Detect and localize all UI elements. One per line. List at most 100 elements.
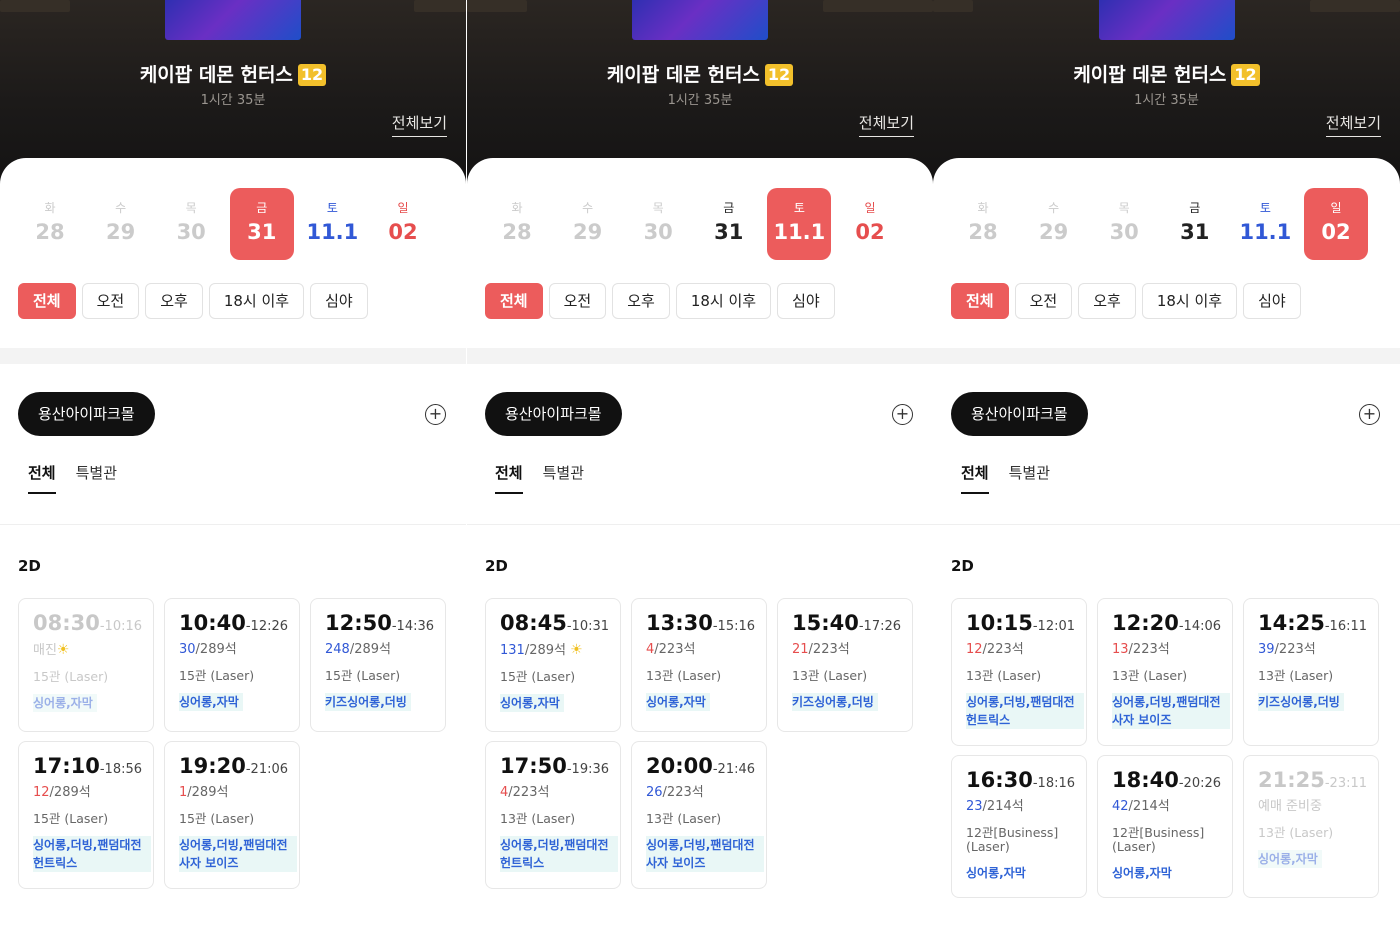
date-item[interactable]: 금 31	[1163, 188, 1227, 260]
filter-all[interactable]: 전체	[951, 283, 1009, 319]
day-of-week: 토	[326, 201, 338, 215]
showtime-card[interactable]: 17:10-18:56 12/289석 15관 (Laser) 싱어롱,더빙,팬…	[18, 741, 154, 889]
day-of-week: 목	[652, 201, 664, 215]
total-seats: /223석	[982, 642, 1024, 657]
tab-all[interactable]: 전체	[495, 462, 523, 494]
see-all-link[interactable]: 전체보기	[1325, 112, 1381, 137]
filter-late-night[interactable]: 심야	[777, 283, 835, 319]
movie-poster[interactable]	[165, 0, 301, 40]
showtime-card[interactable]: 10:15-12:01 12/223석 13관 (Laser) 싱어롱,더빙,팬…	[951, 598, 1087, 746]
date-item[interactable]: 토 11.1	[300, 188, 364, 260]
available-seats: 12	[966, 642, 983, 657]
movie-title: 케이팝 데몬 헌터스 12	[467, 60, 933, 87]
date-item[interactable]: 화 28	[951, 188, 1015, 260]
tab-all[interactable]: 전체	[961, 462, 989, 494]
date-item[interactable]: 일 02	[838, 188, 902, 260]
date-item[interactable]: 수 29	[1022, 188, 1086, 260]
showtime-card[interactable]: 20:00-21:46 26/223석 13관 (Laser) 싱어롱,더빙,팬…	[631, 741, 767, 889]
date-item[interactable]: 목 30	[626, 188, 690, 260]
showtime-card[interactable]: 18:40-20:26 42/214석 12관[Business] (Laser…	[1097, 755, 1233, 898]
end-time: -23:11	[1324, 776, 1368, 791]
filter-late-night[interactable]: 심야	[1243, 283, 1301, 319]
showtime-card[interactable]: 16:30-18:16 23/214석 12관[Business] (Laser…	[951, 755, 1087, 898]
format-label: 2D	[18, 557, 41, 575]
day-of-week: 화	[511, 201, 523, 215]
plus-circle-icon[interactable]: +	[425, 404, 446, 425]
filter-after-18[interactable]: 18시 이후	[675, 283, 772, 319]
theater-chip[interactable]: 용산아이파크몰	[485, 392, 622, 436]
date-item[interactable]: 수 29	[556, 188, 620, 260]
theater-chip[interactable]: 용산아이파크몰	[18, 392, 155, 436]
date-sheet: 화 28 수 29 목 30 금 31 토 11.1 일 02 전체 오전 오후 18시 이…	[933, 158, 1400, 348]
tab-special[interactable]: 특별관	[1009, 462, 1050, 494]
date-item[interactable]: 수 29	[89, 188, 153, 260]
filter-morning[interactable]: 오전	[81, 283, 140, 319]
theater-chip[interactable]: 용산아이파크몰	[951, 392, 1088, 436]
filter-afternoon[interactable]: 오후	[1078, 283, 1136, 319]
plus-circle-icon[interactable]: +	[1359, 404, 1380, 425]
rating-12-badge: 12	[764, 64, 794, 86]
movie-title: 케이팝 데몬 헌터스 12	[0, 60, 466, 87]
date-item-selected[interactable]: 금 31	[229, 188, 294, 260]
total-seats: /214석	[982, 799, 1024, 814]
day-number: 11.1	[1239, 220, 1292, 244]
date-item[interactable]: 화 28	[18, 188, 82, 260]
see-all-link[interactable]: 전체보기	[391, 112, 447, 137]
tab-all[interactable]: 전체	[28, 462, 56, 494]
showtime-card[interactable]: 15:40-17:26 21/223석 13관 (Laser) 키즈싱어롱,더빙	[777, 598, 913, 732]
time-filter: 전체 오전 오후 18시 이후 심야	[951, 283, 1307, 319]
hall-name: 13관 (Laser)	[792, 668, 868, 683]
date-item-selected[interactable]: 일 02	[1303, 188, 1368, 260]
showtime-card[interactable]: 12:50-14:36 248/289석 15관 (Laser) 키즈싱어롱,더…	[310, 598, 446, 732]
day-of-week: 일	[1330, 201, 1342, 215]
tab-special[interactable]: 특별관	[76, 462, 117, 494]
start-time: 18:40	[1112, 768, 1179, 792]
filter-after-18[interactable]: 18시 이후	[208, 283, 305, 319]
total-seats: /289석	[195, 642, 237, 657]
date-item[interactable]: 화 28	[485, 188, 549, 260]
showtime-card[interactable]: 12:20-14:06 13/223석 13관 (Laser) 싱어롱,더빙,팬…	[1097, 598, 1233, 746]
filter-all[interactable]: 전체	[18, 283, 76, 319]
screening-tag: 싱어롱,자막	[966, 866, 1026, 880]
date-item[interactable]: 목 30	[159, 188, 223, 260]
section-divider	[933, 348, 1400, 364]
filter-all[interactable]: 전체	[485, 283, 543, 319]
movie-poster[interactable]	[632, 0, 768, 40]
filter-morning[interactable]: 오전	[548, 283, 607, 319]
hall-tabs: 전체 특별관	[495, 462, 604, 494]
showtime-card[interactable]: 08:45-10:31 131/289석 ☀ 15관 (Laser) 싱어롱,자…	[485, 598, 621, 732]
plus-circle-icon[interactable]: +	[892, 404, 913, 425]
date-item[interactable]: 금 31	[697, 188, 761, 260]
available-seats: 21	[792, 642, 809, 657]
hall-name: 15관 (Laser)	[500, 669, 576, 684]
day-number: 28	[35, 220, 65, 244]
filter-afternoon[interactable]: 오후	[612, 283, 670, 319]
see-all-link[interactable]: 전체보기	[858, 112, 914, 137]
end-time: -18:16	[1032, 776, 1076, 791]
start-time: 13:30	[646, 611, 713, 635]
showtime-card[interactable]: 19:20-21:06 1/289석 15관 (Laser) 싱어롱,더빙,팬덤…	[164, 741, 300, 889]
filter-afternoon[interactable]: 오후	[145, 283, 203, 319]
date-item[interactable]: 목 30	[1092, 188, 1156, 260]
screening-tag: 싱어롱,자막	[1112, 866, 1172, 880]
sun-icon: ☀	[56, 642, 70, 658]
available-seats: 131	[500, 643, 525, 658]
showtime-card[interactable]: 13:30-15:16 4/223석 13관 (Laser) 싱어롱,자막	[631, 598, 767, 732]
tab-special[interactable]: 특별관	[543, 462, 584, 494]
showtime-card[interactable]: 17:50-19:36 4/223석 13관 (Laser) 싱어롱,더빙,팬덤…	[485, 741, 621, 889]
filter-morning[interactable]: 오전	[1014, 283, 1073, 319]
filter-late-night[interactable]: 심야	[310, 283, 368, 319]
format-label: 2D	[951, 557, 974, 575]
date-item[interactable]: 토 11.1	[1233, 188, 1297, 260]
filter-after-18[interactable]: 18시 이후	[1141, 283, 1238, 319]
movie-poster[interactable]	[1098, 0, 1235, 40]
date-selector: 화 28 수 29 목 30 금 31 토 11.1 일 02	[485, 188, 909, 260]
showtime-card[interactable]: 14:25-16:11 39/223석 13관 (Laser) 키즈싱어롱,더빙	[1243, 598, 1379, 746]
hall-name: 13관 (Laser)	[1112, 668, 1188, 683]
date-item[interactable]: 일 02	[371, 188, 435, 260]
start-time: 12:20	[1112, 611, 1179, 635]
day-number: 30	[1109, 220, 1139, 244]
screening-tag: 키즈싱어롱,더빙	[1258, 693, 1344, 711]
date-item-selected[interactable]: 토 11.1	[767, 188, 832, 260]
showtime-card[interactable]: 10:40-12:26 30/289석 15관 (Laser) 싱어롱,자막	[164, 598, 300, 732]
